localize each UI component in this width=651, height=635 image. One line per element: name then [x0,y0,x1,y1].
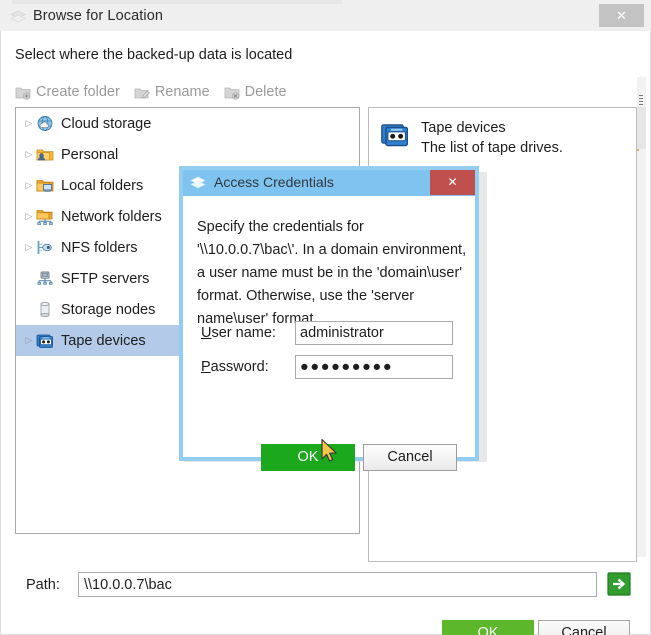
username-label: User name: [201,325,276,341]
folder-rename-icon [134,85,150,100]
window-close-button[interactable]: ✕ [599,4,644,27]
personal-folder-icon [36,146,54,163]
tree-item-label: Tape devices [61,332,146,349]
dialog-close-button[interactable]: ✕ [430,170,475,195]
chevron-right-icon[interactable]: ▷ [22,212,36,221]
cloud-storage-icon [36,115,54,132]
rename-button[interactable]: Rename [134,84,210,100]
tree-item-label: Cloud storage [61,115,152,132]
delete-button[interactable]: Delete [224,84,287,100]
tree-item-label: Local folders [61,177,144,194]
chevron-right-icon[interactable]: ▷ [22,336,36,345]
dialog-cancel-button[interactable]: Cancel [363,444,457,471]
folder-delete-icon [224,85,240,100]
dialog-message: Specify the credentials for '\\10.0.0.7\… [197,219,467,327]
path-label: Path: [26,577,60,593]
tree-item-cloud-storage[interactable]: ▷ Cloud storage [16,108,359,139]
access-credentials-dialog: Access Credentials ✕ Specify the credent… [179,166,479,471]
scrollbar-thumb[interactable] [637,107,646,149]
tree-item-label: Personal [61,146,119,163]
network-folder-icon [36,208,54,225]
layers-icon [190,176,206,191]
folder-toolbar: Create folder Rename Delete [15,81,287,103]
password-input[interactable] [295,355,453,379]
cancel-button[interactable]: Cancel [538,620,630,635]
nfs-folder-icon [36,239,54,256]
storage-node-icon [36,301,54,318]
chevron-right-icon[interactable]: ▷ [22,150,36,159]
tree-indent-spacer: ▷ [22,305,36,314]
dialog-title: Access Credentials [214,174,334,190]
tree-item-label: Storage nodes [61,301,156,318]
arrow-right-icon[interactable] [606,571,632,597]
window-title: Browse for Location [33,8,164,24]
delete-label: Delete [244,84,287,100]
sftp-server-icon [36,270,54,287]
tree-item-label: NFS folders [61,239,138,256]
password-label: Password: [201,359,269,375]
dialog-titlebar: Access Credentials ✕ [183,170,475,196]
screen: Browse for Location ✕ Select where the b… [0,0,651,635]
ok-button[interactable]: OK [442,620,534,635]
info-panel-description: The list of tape drives. [421,140,563,156]
path-input[interactable] [78,572,597,597]
dialog-body: Specify the credentials for '\\10.0.0.7\… [183,196,475,471]
layers-icon [10,10,26,25]
tape-device-icon [380,120,410,148]
window-titlebar: Browse for Location ✕ [0,4,651,31]
tree-item-label: SFTP servers [61,270,150,287]
folder-add-icon [15,85,31,100]
create-folder-label: Create folder [36,84,120,100]
create-folder-button[interactable]: Create folder [15,84,120,100]
scrollbar-grip-icon [639,95,643,107]
tape-device-icon [36,332,54,349]
chevron-right-icon[interactable]: ▷ [22,119,36,128]
tree-item-label: Network folders [61,208,162,225]
chevron-right-icon[interactable]: ▷ [22,243,36,252]
chevron-right-icon[interactable]: ▷ [22,181,36,190]
vertical-scrollbar[interactable] [637,77,646,557]
username-input[interactable] [295,321,453,345]
rename-label: Rename [154,84,210,100]
dialog-ok-button[interactable]: OK [261,444,355,471]
info-panel-title: Tape devices [421,120,506,136]
page-title: Select where the backed-up data is locat… [15,47,293,63]
local-folder-icon [36,177,54,194]
tree-indent-spacer: ▷ [22,274,36,283]
